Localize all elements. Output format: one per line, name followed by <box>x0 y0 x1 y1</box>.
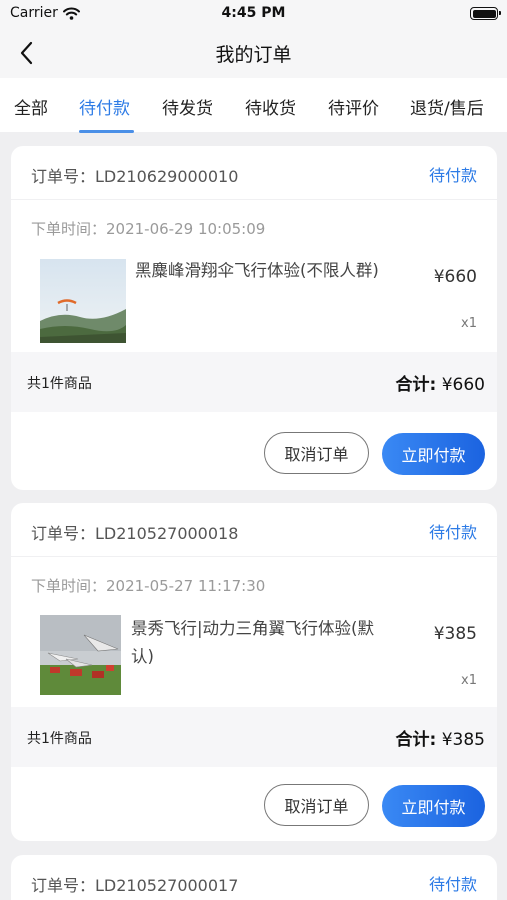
cancel-order-button[interactable]: 取消订单 <box>264 432 369 474</box>
product-price: ¥385 <box>433 624 477 644</box>
order-card-header: 订单号：LD210629000010 待付款 <box>11 146 497 200</box>
order-card[interactable]: 订单号：LD210629000010 待付款 下单时间：2021-06-29 1… <box>11 146 497 490</box>
tab-pending-review[interactable]: 待评价 <box>328 94 379 119</box>
order-status: 待付款 <box>428 523 477 542</box>
order-number: 订单号：LD210527000017 <box>31 876 239 895</box>
product-quantity: x1 <box>461 673 477 688</box>
order-summary: 共1件商品 合计: ¥385 <box>11 707 497 767</box>
order-card[interactable]: 订单号：LD210527000017 待付款 <box>11 855 497 900</box>
total-label: 合计: <box>395 730 437 750</box>
total-value: ¥385 <box>441 730 485 750</box>
order-card-header: 订单号：LD210527000018 待付款 <box>11 503 497 557</box>
tab-pending-payment[interactable]: 待付款 <box>79 94 130 119</box>
status-bar: Carrier 4:45 PM <box>0 0 507 28</box>
tab-returns-aftersales[interactable]: 退货/售后 <box>410 94 484 119</box>
order-status: 待付款 <box>428 875 477 894</box>
order-total: 合计: ¥385 <box>396 725 485 750</box>
order-time: 下单时间：2021-05-27 11:17:30 <box>31 577 266 595</box>
order-tabs: 全部 待付款 待发货 待收货 待评价 退货/售后 <box>0 78 507 132</box>
tab-pending-shipment[interactable]: 待发货 <box>162 94 213 119</box>
order-total: 合计: ¥660 <box>396 370 485 395</box>
product-name[interactable]: 黑麋峰滑翔伞飞行体验(不限人群) <box>135 257 379 285</box>
pay-now-button[interactable]: 立即付款 <box>382 433 485 475</box>
cancel-order-button[interactable]: 取消订单 <box>264 784 369 826</box>
tab-pending-receipt[interactable]: 待收货 <box>245 94 296 119</box>
page-title: 我的订单 <box>215 44 292 66</box>
product-name[interactable]: 景秀飞行|动力三角翼飞行体验(默认) <box>131 615 375 671</box>
total-label: 合计: <box>395 375 437 395</box>
battery-icon <box>470 7 501 20</box>
status-time: 4:45 PM <box>221 5 286 21</box>
product-quantity: x1 <box>461 316 477 331</box>
order-time: 下单时间：2021-06-29 10:05:09 <box>31 220 266 238</box>
nav-bar: 我的订单 <box>0 28 507 78</box>
pay-now-button[interactable]: 立即付款 <box>382 785 485 827</box>
order-number: 订单号：LD210527000018 <box>31 524 239 543</box>
order-number: 订单号：LD210629000010 <box>31 167 239 186</box>
product-price: ¥660 <box>433 267 477 287</box>
order-card[interactable]: 订单号：LD210527000018 待付款 下单时间：2021-05-27 1… <box>11 503 497 841</box>
active-tab-indicator <box>79 130 134 133</box>
product-thumbnail[interactable] <box>40 615 121 695</box>
item-count: 共1件商品 <box>27 731 92 747</box>
item-count: 共1件商品 <box>27 376 92 392</box>
total-value: ¥660 <box>441 375 485 395</box>
product-thumbnail[interactable] <box>40 259 126 343</box>
order-summary: 共1件商品 合计: ¥660 <box>11 352 497 412</box>
order-status: 待付款 <box>428 166 477 185</box>
tab-all[interactable]: 全部 <box>14 94 48 119</box>
